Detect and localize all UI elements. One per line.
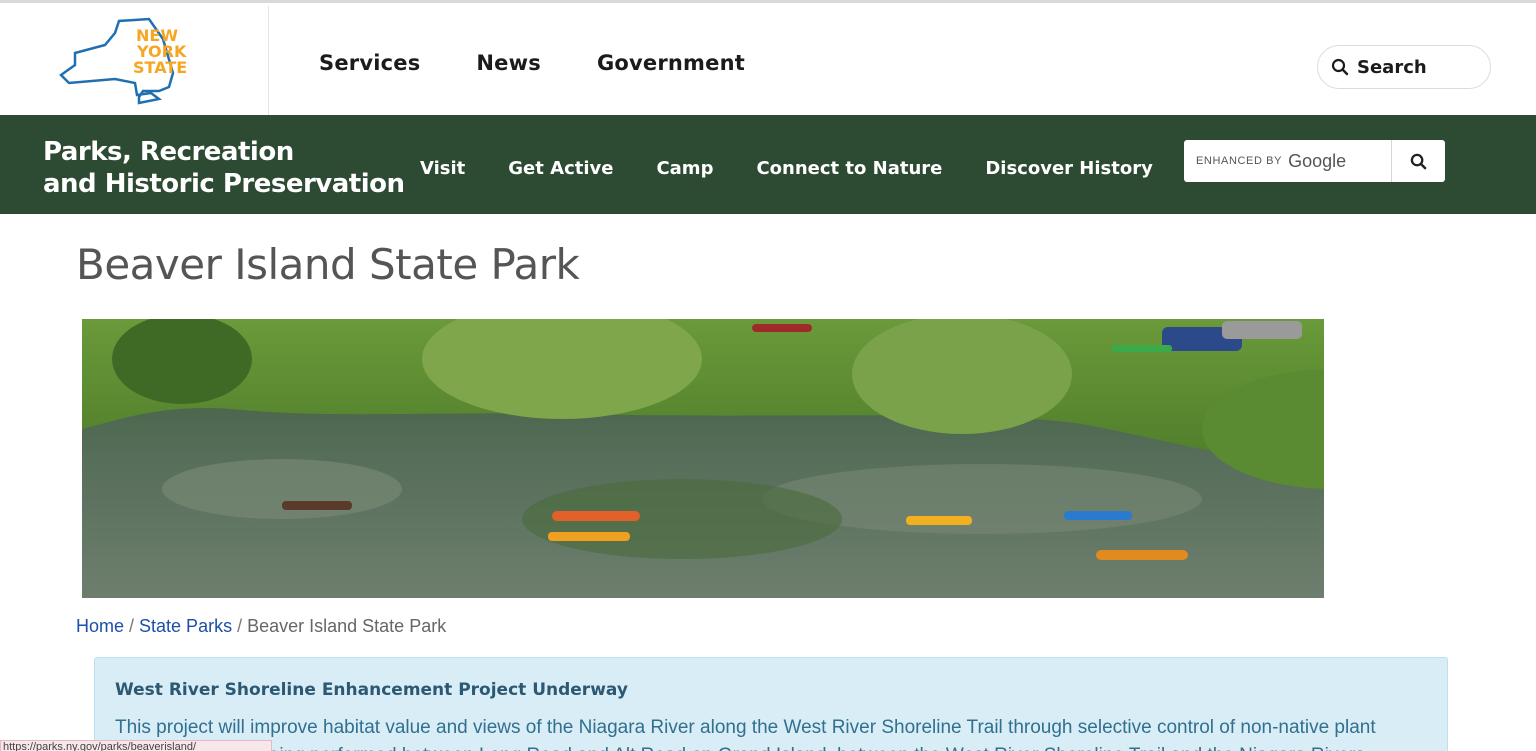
nys-search-button[interactable]: Search [1317, 45, 1491, 89]
agency-title[interactable]: Parks, Recreation and Historic Preservat… [43, 136, 405, 200]
agency-title-line2: and Historic Preservation [43, 169, 405, 199]
breadcrumb-current: Beaver Island State Park [247, 616, 447, 636]
google-search-input[interactable]: ENHANCED BY Google [1184, 140, 1391, 182]
nav-government[interactable]: Government [597, 51, 745, 75]
breadcrumb-separator: / [129, 616, 135, 636]
alert-title: West River Shoreline Enhancement Project… [115, 680, 628, 700]
breadcrumb: Home / State Parks / Beaver Island State Par… [76, 616, 446, 637]
nys-logo[interactable]: NEW YORK STATE [55, 15, 205, 105]
breadcrumb-separator: / [237, 616, 243, 636]
hero-image [82, 319, 1324, 598]
page-title: Beaver Island State Park [76, 240, 580, 289]
search-icon [1331, 58, 1349, 76]
search-icon [1410, 153, 1427, 169]
project-alert: West River Shoreline Enhancement Project… [94, 657, 1448, 751]
google-search: ENHANCED BY Google [1184, 140, 1445, 182]
breadcrumb-home[interactable]: Home [76, 616, 124, 636]
nys-header: NEW YORK STATE Services News Government … [0, 0, 1536, 118]
nav-visit[interactable]: Visit [420, 158, 465, 179]
search-label: Search [1357, 56, 1427, 78]
enhanced-by-label: ENHANCED BY [1196, 155, 1283, 167]
alert-body: This project will improve habitat value … [115, 717, 1376, 751]
logo-state: STATE [133, 58, 187, 77]
nav-get-active[interactable]: Get Active [508, 158, 613, 179]
nav-news[interactable]: News [476, 51, 541, 75]
nys-nav: Services News Government [319, 51, 745, 75]
nav-camp[interactable]: Camp [656, 158, 713, 179]
agency-title-line1: Parks, Recreation [43, 137, 294, 167]
header-divider [268, 6, 269, 118]
breadcrumb-state-parks[interactable]: State Parks [139, 616, 232, 636]
nav-discover-history[interactable]: Discover History [985, 158, 1152, 179]
google-brand: Google [1288, 150, 1347, 171]
google-search-button[interactable] [1391, 140, 1445, 182]
status-bar-url: https://parks.ny.gov/parks/beaverisland/ [0, 740, 272, 751]
nav-services[interactable]: Services [319, 51, 420, 75]
agency-nav: Visit Get Active Camp Connect to Nature … [420, 158, 1153, 179]
nav-connect-to-nature[interactable]: Connect to Nature [756, 158, 942, 179]
